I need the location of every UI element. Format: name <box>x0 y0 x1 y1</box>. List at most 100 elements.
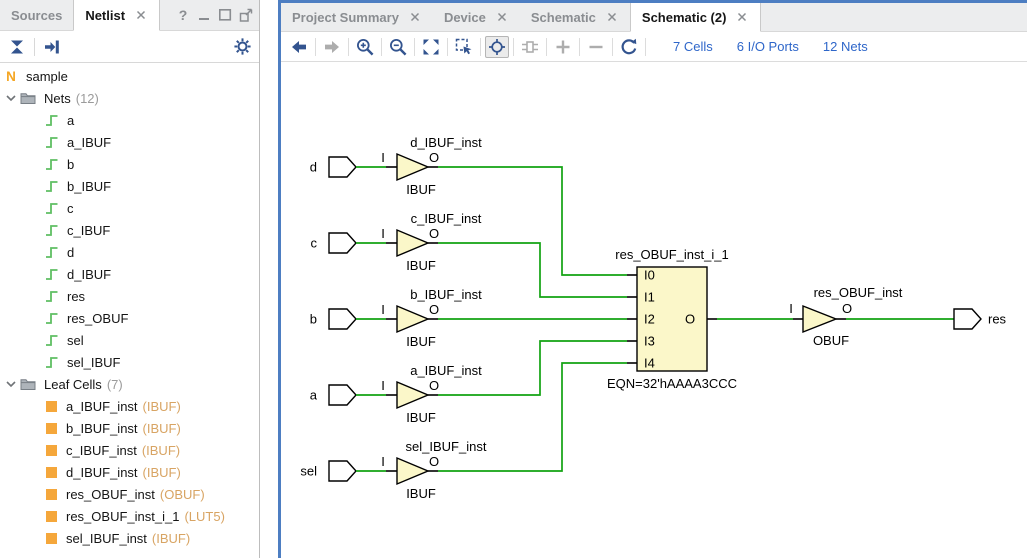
settings-gear-icon[interactable] <box>232 37 252 57</box>
cell-icon <box>45 488 58 501</box>
netlist-toolbar <box>0 31 259 63</box>
folder-icon <box>20 377 36 391</box>
tab-project-summary[interactable]: Project Summary <box>281 3 433 31</box>
instance-label-c_IBUF_inst: c_IBUF_inst <box>411 211 482 226</box>
tree-item-res[interactable]: res <box>0 285 259 307</box>
tree-item-c[interactable]: c <box>0 197 259 219</box>
input-port-b[interactable] <box>329 309 356 329</box>
input-port-c[interactable] <box>329 233 356 253</box>
tab-sources[interactable]: Sources <box>0 0 73 30</box>
collapse-all-icon[interactable] <box>7 37 27 57</box>
close-icon[interactable] <box>495 10 509 24</box>
tree-item-res-obuf-inst-i-1[interactable]: res_OBUF_inst_i_1(LUT5) <box>0 505 259 527</box>
tab-schematic-2[interactable]: Schematic (2) <box>630 3 762 32</box>
zoom-selection-icon[interactable] <box>452 36 476 58</box>
lut-equation-label: EQN=32'hAAAA3CCC <box>607 376 737 391</box>
tree-item-label: a <box>67 113 74 128</box>
remove-icon <box>584 36 608 58</box>
tree-item-c-ibuf[interactable]: c_IBUF <box>0 219 259 241</box>
count-link-6-i-o-ports[interactable]: 6 I/O Ports <box>737 39 799 54</box>
close-icon[interactable] <box>134 8 148 22</box>
input-port-a[interactable] <box>329 385 356 405</box>
input-port-sel[interactable] <box>329 461 356 481</box>
toolbar-separator <box>414 38 415 56</box>
pin-label-o: O <box>685 312 695 327</box>
autofit-selection-icon[interactable] <box>485 36 509 58</box>
back-icon[interactable] <box>287 36 311 58</box>
close-icon[interactable] <box>605 10 619 24</box>
cell-type-label: IBUF <box>406 334 436 349</box>
tree-item-res-obuf[interactable]: res_OBUF <box>0 307 259 329</box>
tree-item-res-obuf-inst[interactable]: res_OBUF_inst(OBUF) <box>0 483 259 505</box>
cell-a_IBUF_inst[interactable] <box>397 382 428 408</box>
count-link-7-cells[interactable]: 7 Cells <box>673 39 713 54</box>
count-link-12-nets[interactable]: 12 Nets <box>823 39 868 54</box>
regenerate-icon[interactable] <box>617 36 641 58</box>
tree-item-b-ibuf-inst[interactable]: b_IBUF_inst(IBUF) <box>0 417 259 439</box>
close-icon[interactable] <box>735 10 749 24</box>
input-port-d[interactable] <box>329 157 356 177</box>
tree-item-c-ibuf-inst[interactable]: c_IBUF_inst(IBUF) <box>0 439 259 461</box>
tree-item-b[interactable]: b <box>0 153 259 175</box>
tab-sources-label: Sources <box>11 8 62 23</box>
float-icon[interactable] <box>237 6 255 24</box>
cell-d_IBUF_inst[interactable] <box>397 154 428 180</box>
instance-label-sel_IBUF_inst: sel_IBUF_inst <box>406 439 487 454</box>
scroll-to-selected-icon[interactable] <box>42 37 62 57</box>
tree-item-sample[interactable]: Nsample <box>0 65 259 87</box>
net-sel_IBUF[interactable] <box>438 363 627 471</box>
cell-sel_IBUF_inst[interactable] <box>397 458 428 484</box>
help-icon[interactable]: ? <box>174 6 192 24</box>
tree-item-d-ibuf[interactable]: d_IBUF <box>0 263 259 285</box>
tab-netlist[interactable]: Netlist <box>73 0 160 31</box>
tree-item-label: sel <box>67 333 84 348</box>
cell-c_IBUF_inst[interactable] <box>397 230 428 256</box>
tree-item-sel[interactable]: sel <box>0 329 259 351</box>
tab-netlist-label: Netlist <box>85 8 125 23</box>
cell-icon <box>45 444 58 457</box>
pin-label-i2: I2 <box>644 312 655 327</box>
cell-icon <box>45 510 58 523</box>
output-port-res[interactable] <box>954 309 981 329</box>
tree-item-sel-ibuf-inst[interactable]: sel_IBUF_inst(IBUF) <box>0 527 259 549</box>
tab-device[interactable]: Device <box>433 3 520 31</box>
cell-icon <box>45 532 58 545</box>
tree-item-label: d_IBUF <box>67 267 111 282</box>
tree-item-d-ibuf-inst[interactable]: d_IBUF_inst(IBUF) <box>0 461 259 483</box>
tree-item-label: sel_IBUF_inst <box>66 531 147 546</box>
maximize-icon[interactable] <box>216 6 234 24</box>
chevron-down-icon[interactable] <box>4 91 18 105</box>
tree-item-label: a_IBUF_inst <box>66 399 138 414</box>
tree-item-b-ibuf[interactable]: b_IBUF <box>0 175 259 197</box>
svg-text:?: ? <box>179 7 188 23</box>
tree-item-a-ibuf[interactable]: a_IBUF <box>0 131 259 153</box>
svg-text:N: N <box>6 69 16 83</box>
instance-label-a_IBUF_inst: a_IBUF_inst <box>410 363 482 378</box>
tab-schematic[interactable]: Schematic <box>520 3 630 31</box>
tree-item-leaf-cells[interactable]: Leaf Cells(7) <box>0 373 259 395</box>
pin-label-i: I <box>381 150 385 165</box>
cell-icon <box>45 400 58 413</box>
tree-item-a[interactable]: a <box>0 109 259 131</box>
zoom-in-icon[interactable] <box>353 36 377 58</box>
minimize-icon[interactable] <box>195 6 213 24</box>
instance-label-b_IBUF_inst: b_IBUF_inst <box>410 287 482 302</box>
net-icon <box>45 223 59 237</box>
chevron-down-icon[interactable] <box>4 377 18 391</box>
tree-item-a-ibuf-inst[interactable]: a_IBUF_inst(IBUF) <box>0 395 259 417</box>
net-icon <box>45 179 59 193</box>
cell-res_OBUF_inst[interactable] <box>803 306 836 332</box>
net-icon <box>45 333 59 347</box>
zoom-out-icon[interactable] <box>386 36 410 58</box>
tree-item-label: c <box>67 201 74 216</box>
tree-item-nets[interactable]: Nets(12) <box>0 87 259 109</box>
port-label-c: c <box>311 236 318 251</box>
tree-item-sel-ibuf[interactable]: sel_IBUF <box>0 351 259 373</box>
close-icon[interactable] <box>408 10 422 24</box>
tree-item-d[interactable]: d <box>0 241 259 263</box>
cell-b_IBUF_inst[interactable] <box>397 306 428 332</box>
pin-label-o: O <box>429 302 439 317</box>
pin-label-i0: I0 <box>644 268 655 283</box>
panel-window-controls: ? <box>174 0 259 30</box>
zoom-fit-icon[interactable] <box>419 36 443 58</box>
